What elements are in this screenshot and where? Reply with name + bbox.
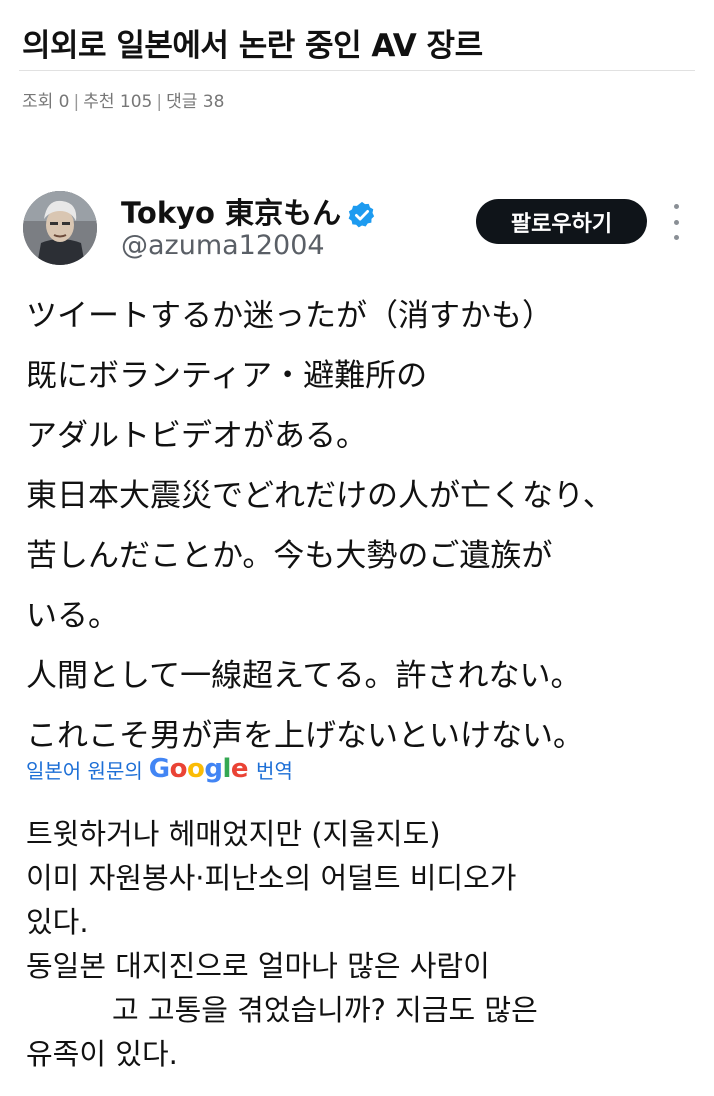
follow-button[interactable]: 팔로우하기: [476, 199, 647, 244]
tweet-line: いる。: [26, 598, 119, 634]
translate-prefix: 일본어 원문의: [26, 758, 143, 783]
tweet-line: 人間として一線超えてる。許されない。: [26, 658, 582, 694]
recommend-count: 추천 105: [83, 92, 153, 112]
meta-separator: |: [156, 92, 163, 112]
title-divider: [19, 70, 695, 71]
views-count: 조회 0: [22, 92, 70, 112]
post-meta: 조회 0 | 추천 105 | 댓글 38: [22, 87, 224, 112]
more-dot: [673, 219, 679, 225]
tweet-line: 東日本大震災でどれだけの人が亡くなり、: [26, 478, 614, 514]
meta-separator: |: [73, 92, 80, 112]
translated-line: 트윗하거나 헤매었지만 (지울지도): [26, 817, 441, 851]
tweet-line: アダルトビデオがある。: [26, 418, 367, 454]
google-logo: Google: [148, 754, 249, 784]
translate-suffix: 번역: [256, 758, 293, 783]
translated-line: 유족이 있다.: [26, 1037, 178, 1071]
tweet-line: ツイートするか迷ったが（消すかも）: [26, 298, 553, 334]
translated-line: 고 고통을 겪었습니까? 지금도 많은: [112, 993, 538, 1027]
author-handle[interactable]: @azuma12004: [121, 230, 325, 261]
translated-line: 있다.: [26, 905, 89, 939]
translated-text: 트윗하거나 헤매었지만 (지울지도) 이미 자원봉사·피난소의 어덜트 비디오가…: [26, 812, 538, 1076]
tweet-line: 苦しんだことか。今も大勢のご遺族が: [26, 538, 553, 574]
translate-link[interactable]: 일본어 원문의 Google 번역: [26, 754, 293, 784]
verified-badge-icon: [348, 201, 375, 228]
more-dot: [673, 235, 679, 240]
more-vertical-icon[interactable]: [668, 204, 684, 240]
translated-line: 이미 자원봉사·피난소의 어덜트 비디오가: [26, 861, 517, 895]
tweet-text: ツイートするか迷ったが（消すかも） 既にボランティア・避難所の アダルトビデオが…: [26, 286, 614, 766]
translated-line: 동일본 대지진으로 얼마나 많은 사람이: [26, 949, 490, 983]
more-dot: [673, 204, 679, 209]
tweet-line: 既にボランティア・避難所の: [26, 358, 428, 394]
author-name[interactable]: Tokyo 東京もん: [121, 190, 377, 232]
avatar[interactable]: [23, 191, 97, 265]
comments-count[interactable]: 댓글 38: [166, 92, 224, 112]
post-title: 의외로 일본에서 논란 중인 AV 장르: [22, 28, 483, 64]
avatar-illustration-icon: [23, 191, 97, 265]
author-name-text: Tokyo 東京もん: [121, 196, 342, 230]
